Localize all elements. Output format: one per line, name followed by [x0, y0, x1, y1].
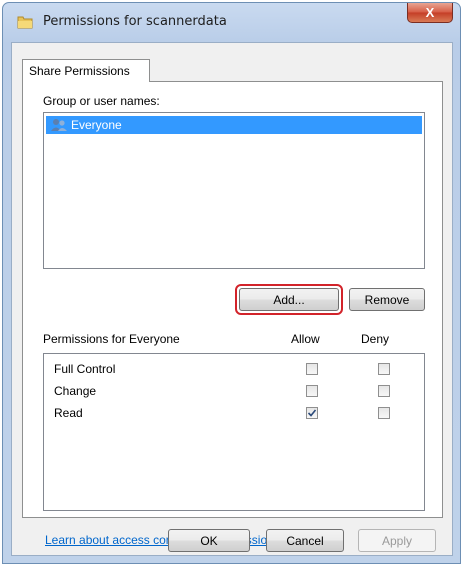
ok-button[interactable]: OK — [168, 529, 250, 552]
list-item[interactable]: Everyone — [46, 116, 422, 134]
permission-full-control-label: Full Control — [54, 362, 116, 376]
folder-icon — [17, 16, 33, 29]
cancel-button[interactable]: Cancel — [266, 529, 344, 552]
permission-change-label: Change — [54, 384, 97, 398]
permission-read-label: Read — [54, 406, 83, 420]
permissions-header: Permissions for Everyone — [43, 332, 180, 346]
title-bar[interactable]: Permissions for scannerdata X — [3, 3, 460, 43]
tab-share-permissions[interactable]: Share Permissions — [22, 59, 150, 82]
window-title: Permissions for scannerdata — [43, 14, 227, 29]
close-icon: X — [425, 5, 435, 20]
read-deny-checkbox[interactable] — [378, 407, 390, 419]
deny-column-header: Deny — [361, 332, 390, 346]
remove-button[interactable]: Remove — [349, 288, 425, 311]
change-deny-checkbox[interactable] — [378, 385, 390, 397]
users-icon — [51, 119, 67, 131]
apply-button[interactable]: Apply — [358, 529, 436, 552]
group-or-user-names-label: Group or user names: — [43, 94, 160, 108]
read-allow-checkbox[interactable] — [306, 407, 318, 419]
close-button[interactable]: X — [407, 3, 453, 23]
checkmark-icon — [307, 409, 317, 417]
group-user-listbox[interactable]: Everyone — [43, 112, 425, 269]
permissions-list: Full Control Change Read — [43, 353, 425, 511]
allow-column-header: Allow — [291, 332, 320, 346]
list-item-label: Everyone — [71, 118, 122, 132]
full-control-allow-checkbox[interactable] — [306, 363, 318, 375]
change-allow-checkbox[interactable] — [306, 385, 318, 397]
add-button[interactable]: Add... — [239, 288, 339, 311]
permissions-dialog: Permissions for scannerdata X Share Perm… — [2, 2, 461, 564]
tab-panel: Group or user names: Everyone Add... Rem… — [22, 81, 443, 547]
dialog-client-area: Share Permissions Group or user names: E… — [11, 42, 453, 556]
full-control-deny-checkbox[interactable] — [378, 363, 390, 375]
